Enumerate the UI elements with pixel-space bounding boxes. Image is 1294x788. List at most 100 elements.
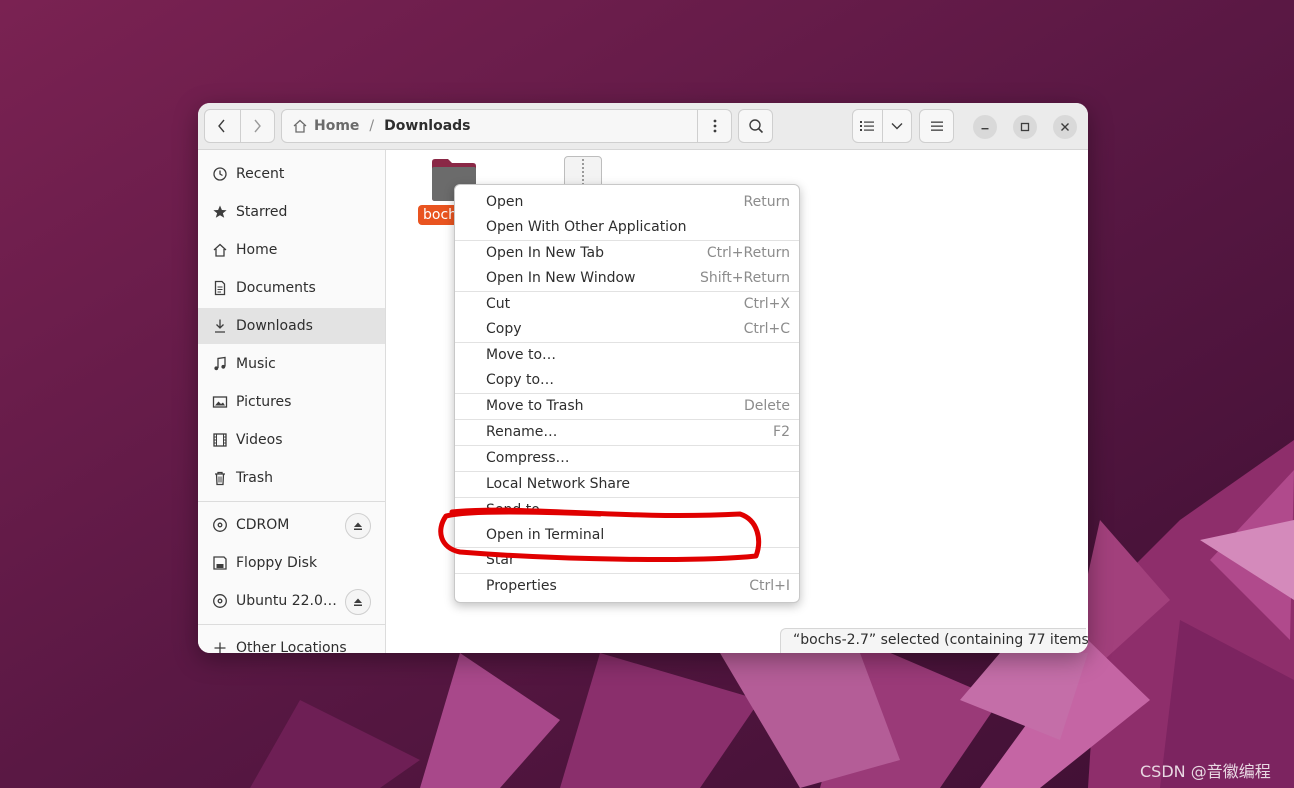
sidebar-item-floppy-disk[interactable]: Floppy Disk xyxy=(198,545,385,581)
breadcrumb-home[interactable]: Home xyxy=(282,118,359,134)
clock-icon xyxy=(212,166,228,182)
menu-item-label: Rename… xyxy=(486,423,558,440)
disc-icon xyxy=(212,593,228,609)
path-menu-button[interactable] xyxy=(697,110,731,142)
menu-item-move-to-trash[interactable]: Move to Trash Delete xyxy=(455,393,799,418)
back-button[interactable] xyxy=(205,110,240,142)
sidebar-item-label: Downloads xyxy=(236,318,313,334)
sidebar-item-label: Documents xyxy=(236,280,316,296)
sidebar-item-label: Starred xyxy=(236,204,288,220)
close-button[interactable] xyxy=(1053,115,1077,139)
document-icon xyxy=(212,280,228,296)
search-icon xyxy=(748,119,763,134)
menu-item-accelerator: Return xyxy=(743,193,790,210)
menu-item-accelerator: Ctrl+I xyxy=(749,577,790,594)
menu-item-open-in-new-tab[interactable]: Open In New Tab Ctrl+Return xyxy=(455,240,799,265)
sidebar-item-videos[interactable]: Videos xyxy=(198,422,385,458)
context-menu: Open Return Open With Other Application O… xyxy=(454,184,800,603)
sidebar-item-trash[interactable]: Trash xyxy=(198,460,385,496)
main-menu-button[interactable] xyxy=(919,109,954,143)
menu-item-open[interactable]: Open Return xyxy=(455,189,799,214)
chevron-down-icon xyxy=(891,123,903,130)
menu-item-label: Move to… xyxy=(486,346,557,363)
sidebar-item-label: Music xyxy=(236,356,276,372)
status-bar: “bochs-2.7” selected (containing 77 item… xyxy=(780,628,1088,653)
menu-item-accelerator: Ctrl+Return xyxy=(706,244,790,261)
sidebar-item-label: Pictures xyxy=(236,394,292,410)
menu-item-label: Open in Terminal xyxy=(486,526,605,543)
eject-button[interactable] xyxy=(345,589,371,615)
breadcrumb-home-label: Home xyxy=(314,118,360,134)
eject-button[interactable] xyxy=(345,513,371,539)
menu-item-compress[interactable]: Compress… xyxy=(455,445,799,470)
sidebar-item-home[interactable]: Home xyxy=(198,232,385,268)
maximize-button[interactable] xyxy=(1013,115,1037,139)
sidebar-item-other-locations[interactable]: Other Locations xyxy=(198,630,385,653)
disc-icon xyxy=(212,517,228,533)
menu-item-cut[interactable]: Cut Ctrl+X xyxy=(455,291,799,316)
menu-item-open-in-new-window[interactable]: Open In New Window Shift+Return xyxy=(455,265,799,290)
menu-item-accelerator: Ctrl+X xyxy=(743,295,790,312)
menu-item-label: Send to… xyxy=(486,501,554,518)
menu-item-copy-to[interactable]: Copy to… xyxy=(455,367,799,392)
menu-item-copy[interactable]: Copy Ctrl+C xyxy=(455,316,799,341)
menu-item-label: Cut xyxy=(486,295,511,312)
menu-item-properties[interactable]: Properties Ctrl+I xyxy=(455,573,799,598)
path-bar: Home / Downloads xyxy=(281,109,732,143)
sidebar-separator xyxy=(198,501,385,502)
sidebar-item-documents[interactable]: Documents xyxy=(198,270,385,306)
menu-item-star[interactable]: Star xyxy=(455,547,799,572)
sidebar-item-label: CDROM xyxy=(236,517,290,533)
maximize-icon xyxy=(1020,122,1030,132)
sidebar-item-recent[interactable]: Recent xyxy=(198,156,385,192)
sidebar-item-pictures[interactable]: Pictures xyxy=(198,384,385,420)
view-options-button[interactable] xyxy=(881,110,911,142)
home-icon xyxy=(293,119,307,133)
search-button[interactable] xyxy=(738,109,773,143)
menu-item-local-network-share[interactable]: Local Network Share xyxy=(455,471,799,496)
menu-item-open-in-terminal[interactable]: Open in Terminal xyxy=(455,522,799,547)
menu-item-label: Copy to… xyxy=(486,371,555,388)
sidebar-item-label: Ubuntu 22.0… xyxy=(236,593,337,609)
breadcrumb-current[interactable]: Downloads xyxy=(384,118,470,134)
list-view-icon xyxy=(860,121,875,131)
menu-item-label: Open xyxy=(486,193,524,210)
menu-item-label: Compress… xyxy=(486,449,570,466)
plus-icon xyxy=(212,640,228,653)
breadcrumb-separator: / xyxy=(369,118,375,134)
navigation-buttons xyxy=(204,109,275,143)
sidebar-item-label: Home xyxy=(236,242,278,258)
chevron-right-icon xyxy=(254,119,262,133)
sidebar-item-music[interactable]: Music xyxy=(198,346,385,382)
close-icon xyxy=(1061,123,1069,131)
trash-icon xyxy=(212,470,228,486)
menu-item-label: Local Network Share xyxy=(486,475,631,492)
chevron-left-icon xyxy=(218,119,225,133)
eject-icon xyxy=(354,522,362,530)
list-view-button[interactable] xyxy=(853,110,882,142)
music-icon xyxy=(212,356,228,372)
sidebar-item-label: Floppy Disk xyxy=(236,555,318,571)
menu-item-label: Copy xyxy=(486,320,522,337)
sidebar-item-ubuntu-disc[interactable]: Ubuntu 22.0… xyxy=(198,583,385,619)
menu-item-move-to[interactable]: Move to… xyxy=(455,342,799,367)
menu-item-accelerator: Shift+Return xyxy=(699,269,790,286)
menu-item-label: Open In New Tab xyxy=(486,244,604,261)
menu-item-send-to[interactable]: Send to… xyxy=(455,497,799,522)
sidebar-item-cdrom[interactable]: CDROM xyxy=(198,507,385,543)
menu-item-accelerator: Ctrl+C xyxy=(743,320,790,337)
menu-item-label: Properties xyxy=(486,577,557,594)
sidebar-item-label: Trash xyxy=(236,470,273,486)
download-icon xyxy=(212,318,228,334)
minimize-button[interactable] xyxy=(973,115,997,139)
forward-button[interactable] xyxy=(239,110,275,142)
film-icon xyxy=(212,432,228,448)
menu-item-rename[interactable]: Rename… F2 xyxy=(455,419,799,444)
sidebar-item-downloads[interactable]: Downloads xyxy=(198,308,385,344)
eject-icon xyxy=(354,598,362,606)
menu-item-open-with-other-application[interactable]: Open With Other Application xyxy=(455,214,799,239)
sidebar-item-starred[interactable]: Starred xyxy=(198,194,385,230)
menu-item-label: Open In New Window xyxy=(486,269,636,286)
menu-item-label: Open With Other Application xyxy=(486,218,687,235)
sidebar-separator xyxy=(198,624,385,625)
